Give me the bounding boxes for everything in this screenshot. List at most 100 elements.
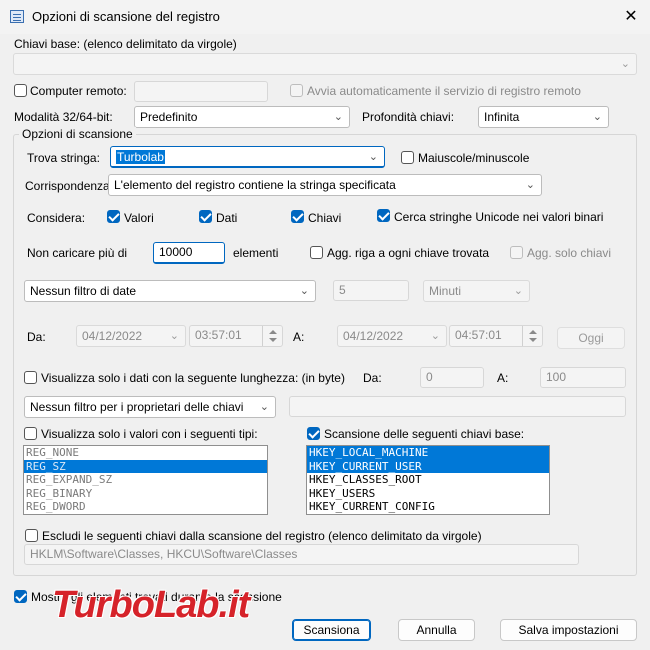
list-item[interactable]: HKEY_CURRENT_USER bbox=[307, 459, 549, 473]
time-from-spin-icon[interactable] bbox=[262, 326, 282, 346]
exclude-keys-label: Escludi le seguenti chiavi dalla scansio… bbox=[42, 529, 482, 543]
types-filter-checkbox[interactable] bbox=[24, 427, 37, 440]
base-keys-label: Chiavi base: (elenco delimitato da virgo… bbox=[14, 37, 237, 51]
keys-checkbox[interactable] bbox=[291, 210, 304, 223]
list-item[interactable]: HKEY_USERS bbox=[307, 487, 549, 501]
mode-select[interactable]: Predefinito ⌄ bbox=[134, 106, 350, 128]
chevron-down-icon: ⌄ bbox=[299, 285, 309, 297]
types-listbox[interactable]: REG_NONE REG_SZ REG_EXPAND_SZ REG_BINARY… bbox=[23, 445, 268, 515]
cancel-button[interactable]: Annulla bbox=[398, 619, 475, 641]
limit-prefix-label: Non caricare più di bbox=[27, 246, 128, 260]
values-label: Valori bbox=[124, 211, 154, 225]
time-from-input[interactable]: 03:57:01 bbox=[189, 325, 283, 347]
chevron-down-icon: ⌄ bbox=[368, 151, 378, 163]
exclude-keys-input[interactable]: HKLM\Software\Classes, HKCU\Software\Cla… bbox=[24, 544, 579, 565]
chevron-down-icon: ⌄ bbox=[259, 401, 269, 413]
length-from-input[interactable]: 0 bbox=[420, 367, 484, 388]
consider-label: Considera: bbox=[27, 211, 86, 225]
auto-start-service-checkbox[interactable] bbox=[290, 84, 303, 97]
length-to-label: A: bbox=[497, 371, 509, 385]
depth-label: Profondità chiavi: bbox=[362, 110, 455, 124]
turbolab-watermark-logo: TurboLab.it bbox=[52, 584, 250, 626]
list-item[interactable]: HKEY_CLASSES_ROOT bbox=[307, 473, 549, 487]
date-from-label: Da: bbox=[27, 330, 46, 344]
time-to-spin-icon[interactable] bbox=[522, 326, 542, 346]
date-to-label: A: bbox=[293, 330, 305, 344]
chevron-down-icon: ⌄ bbox=[169, 330, 179, 342]
date-to-value: 04/12/2022 bbox=[343, 329, 404, 343]
match-select[interactable]: L'elemento del registro contiene la stri… bbox=[108, 174, 542, 196]
unicode-binary-checkbox[interactable] bbox=[377, 209, 390, 222]
list-item[interactable]: REG_SZ bbox=[24, 459, 267, 473]
owner-filter-select[interactable]: Nessun filtro per i proprietari delle ch… bbox=[24, 396, 276, 418]
list-item[interactable]: REG_EXPAND_SZ bbox=[24, 473, 267, 487]
scan-button[interactable]: Scansiona bbox=[292, 619, 371, 641]
limit-suffix-label: elementi bbox=[233, 246, 279, 260]
date-amount-input[interactable]: 5 bbox=[333, 280, 409, 301]
close-icon[interactable]: ✕ bbox=[620, 6, 642, 28]
date-unit-select[interactable]: Minuti ⌄ bbox=[423, 280, 530, 302]
owner-filter-input[interactable] bbox=[289, 396, 626, 417]
types-filter-label: Visualizza solo i valori con i seguenti … bbox=[41, 427, 258, 441]
values-checkbox[interactable] bbox=[107, 210, 120, 223]
keys-label: Chiavi bbox=[308, 211, 342, 225]
list-item[interactable]: REG_DWORD bbox=[24, 500, 267, 514]
unicode-binary-label: Cerca stringhe Unicode nei valori binari bbox=[394, 210, 604, 224]
add-row-checkbox[interactable] bbox=[310, 246, 323, 259]
time-to-input[interactable]: 04:57:01 bbox=[449, 325, 543, 347]
add-row-label: Agg. riga a ogni chiave trovata bbox=[327, 246, 490, 260]
remote-computer-checkbox[interactable] bbox=[14, 84, 27, 97]
mode-label: Modalità 32/64-bit: bbox=[14, 110, 113, 124]
date-from-picker[interactable]: 04/12/2022 ⌄ bbox=[76, 325, 186, 347]
limit-input[interactable]: 10000 bbox=[153, 242, 225, 264]
date-unit-value: Minuti bbox=[429, 284, 462, 298]
base-scan-checkbox[interactable] bbox=[307, 427, 320, 440]
show-found-checkbox[interactable] bbox=[14, 590, 27, 603]
base-keys-combo[interactable]: ⌄ bbox=[13, 53, 637, 75]
time-from-value: 03:57:01 bbox=[195, 328, 242, 342]
date-filter-value: Nessun filtro di date bbox=[30, 284, 137, 298]
list-item[interactable]: REG_BINARY bbox=[24, 487, 267, 501]
case-sensitive-label: Maiuscole/minuscole bbox=[418, 151, 530, 165]
list-item[interactable]: HKEY_CURRENT_CONFIG bbox=[307, 500, 549, 514]
registry-app-icon bbox=[10, 10, 24, 23]
keys-only-checkbox[interactable] bbox=[510, 246, 523, 259]
save-settings-button[interactable]: Salva impostazioni bbox=[500, 619, 637, 641]
window-title: Opzioni di scansione del registro bbox=[32, 9, 220, 24]
mode-value: Predefinito bbox=[140, 110, 198, 124]
scan-options-legend: Opzioni di scansione bbox=[19, 127, 136, 141]
length-to-input[interactable]: 100 bbox=[540, 367, 626, 388]
chevron-down-icon: ⌄ bbox=[620, 58, 630, 70]
today-button[interactable]: Oggi bbox=[557, 327, 625, 349]
data-label: Dati bbox=[216, 211, 238, 225]
list-item[interactable]: HKEY_LOCAL_MACHINE bbox=[307, 446, 549, 460]
list-item[interactable]: REG_NONE bbox=[24, 446, 267, 460]
chevron-down-icon: ⌄ bbox=[430, 330, 440, 342]
find-string-label: Trova stringa: bbox=[27, 151, 100, 165]
chevron-down-icon: ⌄ bbox=[525, 179, 535, 191]
date-to-picker[interactable]: 04/12/2022 ⌄ bbox=[337, 325, 447, 347]
exclude-keys-checkbox[interactable] bbox=[25, 529, 38, 542]
depth-select[interactable]: Infinita ⌄ bbox=[478, 106, 609, 128]
depth-value: Infinita bbox=[484, 110, 520, 124]
find-string-value: Turbolab bbox=[116, 150, 165, 164]
remote-computer-input[interactable] bbox=[134, 81, 268, 102]
date-filter-select[interactable]: Nessun filtro di date ⌄ bbox=[24, 280, 316, 302]
chevron-down-icon: ⌄ bbox=[513, 285, 523, 297]
time-to-value: 04:57:01 bbox=[455, 328, 502, 342]
date-from-value: 04/12/2022 bbox=[82, 329, 143, 343]
base-scan-listbox[interactable]: HKEY_LOCAL_MACHINE HKEY_CURRENT_USER HKE… bbox=[306, 445, 550, 515]
length-from-label: Da: bbox=[363, 371, 382, 385]
keys-only-label: Agg. solo chiavi bbox=[527, 246, 612, 260]
data-checkbox[interactable] bbox=[199, 210, 212, 223]
match-label: Corrispondenza: bbox=[25, 179, 114, 193]
base-scan-label: Scansione delle seguenti chiavi base: bbox=[324, 427, 525, 441]
match-value: L'elemento del registro contiene la stri… bbox=[114, 178, 396, 192]
find-string-input[interactable]: Turbolab ⌄ bbox=[110, 146, 385, 168]
chevron-down-icon: ⌄ bbox=[592, 111, 602, 123]
length-filter-label: Visualizza solo i dati con la seguente l… bbox=[41, 371, 345, 385]
length-filter-checkbox[interactable] bbox=[24, 371, 37, 384]
remote-computer-label: Computer remoto: bbox=[30, 84, 127, 98]
owner-filter-value: Nessun filtro per i proprietari delle ch… bbox=[30, 400, 244, 414]
case-sensitive-checkbox[interactable] bbox=[401, 151, 414, 164]
